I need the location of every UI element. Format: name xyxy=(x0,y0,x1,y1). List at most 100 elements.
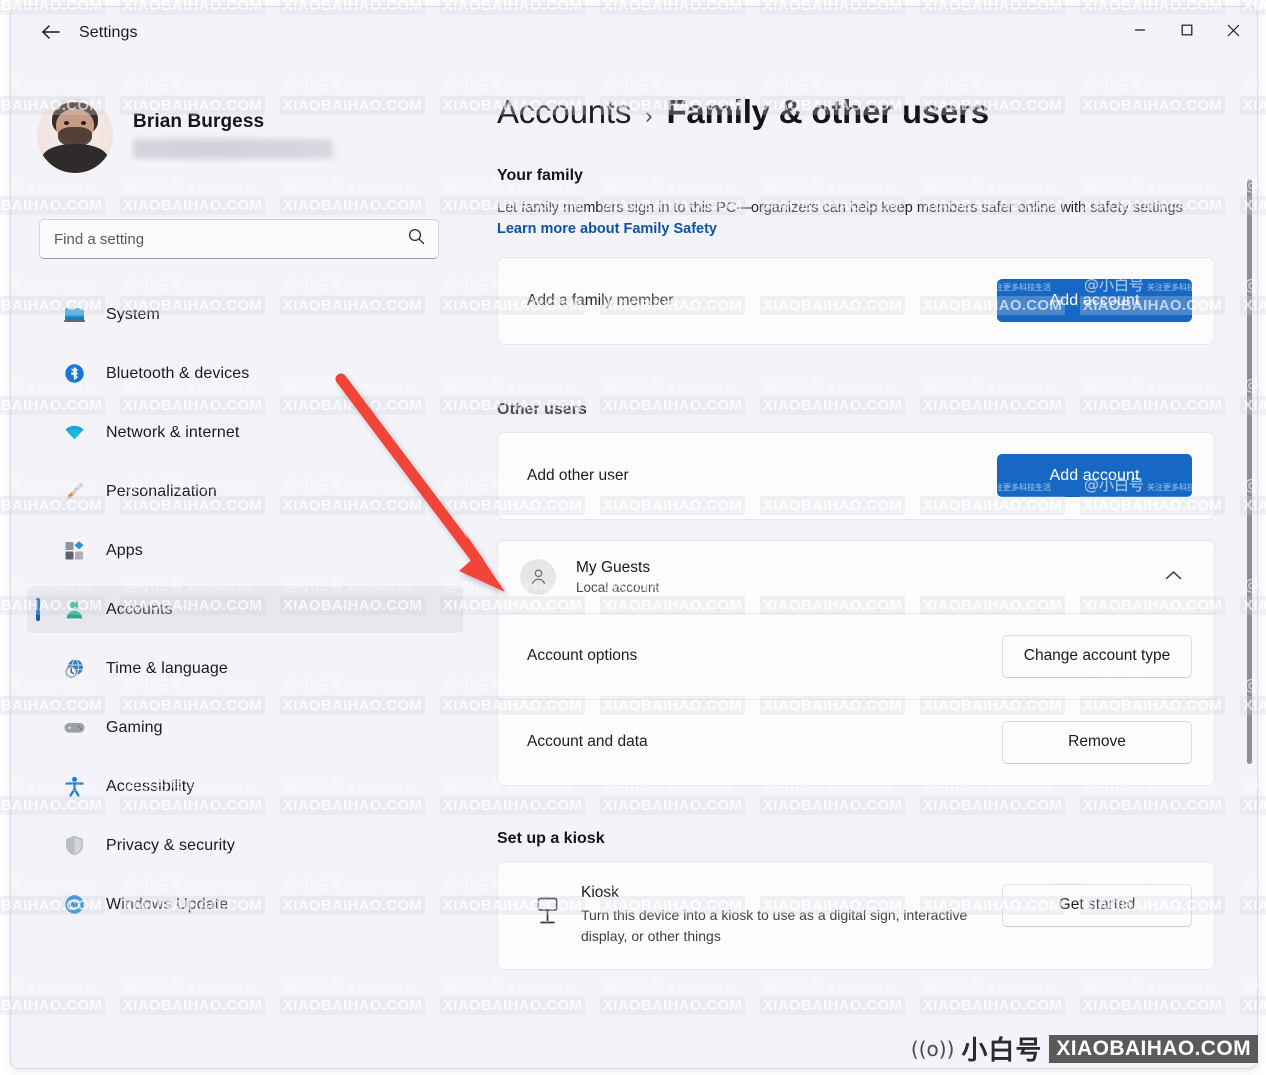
sidebar-item-label: Windows Update xyxy=(106,895,229,913)
account-options-row: Account options Change account type xyxy=(498,612,1214,699)
section-description-your-family: Let family members sign in to this PC—or… xyxy=(497,198,1223,241)
settings-sections: Your family Let family members sign in t… xyxy=(476,167,1257,970)
watermark-tile: @小白号关注更多科技生活XIAOBAIHAO.COM xyxy=(920,1070,1080,1075)
sidebar-item-windows-update[interactable]: Windows Update xyxy=(27,881,463,928)
search-input-wrapper[interactable] xyxy=(39,219,439,259)
watermark-tile: @小白号关注更多科技生活XIAOBAIHAO.COM xyxy=(600,1070,760,1075)
kiosk-title: Kiosk xyxy=(581,883,619,901)
sidebar-item-personalization[interactable]: Personalization xyxy=(27,468,463,515)
profile-email-redacted xyxy=(133,139,333,159)
monitor-icon xyxy=(61,303,88,327)
watermark-tile: @小白号关注更多科技生活XIAOBAIHAO.COM xyxy=(1240,1070,1266,1075)
kiosk-card: Kiosk Turn this device into a kiosk to u… xyxy=(497,860,1215,970)
watermark-tile: @小白号关注更多科技生活XIAOBAIHAO.COM xyxy=(440,1070,600,1075)
sidebar: Brian Burgess Find a setting System Blue… xyxy=(11,55,476,1068)
settings-window: Settings Brian Burgess Find a setting Sy… xyxy=(10,6,1258,1069)
sidebar-item-label: Personalization xyxy=(106,482,217,500)
account-and-data-row: Account and data Remove xyxy=(498,698,1214,785)
sidebar-nav: System Bluetooth & devices Network & int… xyxy=(27,291,463,940)
add-family-member-row: Add a family member Add account xyxy=(498,258,1214,344)
logo-url-badge: XIAOBAIHAO.COM xyxy=(1049,1034,1258,1063)
breadcrumb-separator-icon: › xyxy=(645,103,653,128)
sidebar-item-label: Gaming xyxy=(106,718,163,736)
add-other-user-label: Add other user xyxy=(527,466,629,484)
account-and-data-label: Account and data xyxy=(527,733,648,751)
kiosk-icon xyxy=(527,896,567,926)
family-description-text: Let family members sign in to this PC—or… xyxy=(497,200,1183,216)
add-other-user-account-button[interactable]: Add account xyxy=(997,454,1192,498)
section-heading-kiosk: Set up a kiosk xyxy=(497,829,605,847)
clock-globe-icon xyxy=(61,657,88,681)
bluetooth-icon xyxy=(61,362,88,386)
learn-more-family-safety-link[interactable]: Learn more about Family Safety xyxy=(497,221,717,237)
kiosk-row: Kiosk Turn this device into a kiosk to u… xyxy=(498,862,1214,969)
person-icon xyxy=(61,598,88,622)
main-scrollbar-thumb[interactable] xyxy=(1247,179,1252,764)
search-input[interactable] xyxy=(54,230,401,248)
sidebar-item-bluetooth-devices[interactable]: Bluetooth & devices xyxy=(27,350,463,397)
minimize-button[interactable] xyxy=(1116,7,1163,53)
kiosk-description: Turn this device into a kiosk to use as … xyxy=(581,906,968,944)
chevron-up-icon[interactable] xyxy=(1155,562,1192,592)
main-content: Accounts › Family & other users Your fam… xyxy=(476,55,1257,1068)
kiosk-get-started-button[interactable]: Get started xyxy=(1002,883,1192,927)
guest-account-name: My Guests xyxy=(576,558,651,576)
sidebar-item-network-internet[interactable]: Network & internet xyxy=(27,409,463,456)
search-icon xyxy=(407,227,426,251)
section-heading-your-family: Your family xyxy=(497,167,583,184)
sidebar-item-accessibility[interactable]: Accessibility xyxy=(27,763,463,810)
gamepad-icon xyxy=(61,716,88,740)
add-family-account-button[interactable]: Add account xyxy=(997,279,1192,323)
sidebar-item-label: Time & language xyxy=(106,659,228,677)
remove-account-button[interactable]: Remove xyxy=(1002,720,1192,764)
add-family-member-label: Add a family member xyxy=(527,291,674,309)
back-button[interactable] xyxy=(33,20,67,44)
wifi-icon xyxy=(61,421,88,445)
watermark-tile: @小白号关注更多科技生活XIAOBAIHAO.COM xyxy=(120,1070,280,1075)
close-button[interactable] xyxy=(1210,7,1257,53)
page-title: Family & other users xyxy=(666,93,989,130)
account-options-label: Account options xyxy=(527,647,638,665)
sidebar-item-apps[interactable]: Apps xyxy=(27,527,463,574)
site-logo-watermark: ((o)) 小白号 XIAOBAIHAO.COM xyxy=(911,1030,1258,1067)
add-other-user-row: Add other user Add account xyxy=(498,433,1214,519)
sidebar-item-label: Network & internet xyxy=(106,423,240,441)
settings-app-screenshot: Settings Brian Burgess Find a setting Sy… xyxy=(0,0,1266,1075)
breadcrumb-parent[interactable]: Accounts xyxy=(497,93,631,131)
accessibility-icon xyxy=(61,775,88,799)
watermark-tile: @小白号关注更多科技生活XIAOBAIHAO.COM xyxy=(0,1070,120,1075)
logo-chinese-text: 小白号 xyxy=(961,1036,1043,1066)
change-account-type-button[interactable]: Change account type xyxy=(1002,634,1192,678)
sidebar-item-system[interactable]: System xyxy=(27,291,463,338)
maximize-button[interactable] xyxy=(1163,7,1210,53)
account-avatar-icon xyxy=(520,558,556,595)
app-title: Settings xyxy=(79,24,138,41)
sidebar-item-time-language[interactable]: Time & language xyxy=(27,645,463,692)
sidebar-item-label: Privacy & security xyxy=(106,836,235,854)
shield-icon xyxy=(61,834,88,858)
avatar xyxy=(37,97,113,173)
watermark-tile: @小白号关注更多科技生活XIAOBAIHAO.COM xyxy=(1080,1070,1240,1075)
guest-account-type: Local account xyxy=(576,579,660,595)
broadcast-icon: ((o)) xyxy=(910,1036,955,1061)
sidebar-item-accounts[interactable]: Accounts xyxy=(27,586,463,633)
guest-account-card: My Guests Local account Account options … xyxy=(497,539,1215,786)
sidebar-item-privacy-security[interactable]: Privacy & security xyxy=(27,822,463,869)
user-profile[interactable]: Brian Burgess xyxy=(37,97,333,173)
sidebar-item-label: Bluetooth & devices xyxy=(106,364,250,382)
section-heading-other-users: Other users xyxy=(497,400,587,418)
update-icon xyxy=(61,893,88,917)
sidebar-item-gaming[interactable]: Gaming xyxy=(27,704,463,751)
apps-icon xyxy=(61,539,88,563)
add-family-member-card: Add a family member Add account xyxy=(497,256,1215,345)
window-controls xyxy=(1116,7,1257,53)
breadcrumb: Accounts › Family & other users xyxy=(497,93,989,131)
profile-name: Brian Burgess xyxy=(133,111,265,132)
main-scrollbar-track[interactable] xyxy=(1243,179,1255,1059)
sidebar-item-label: Accessibility xyxy=(106,777,195,795)
guest-account-header-row[interactable]: My Guests Local account xyxy=(498,541,1214,613)
watermark-tile: @小白号关注更多科技生活XIAOBAIHAO.COM xyxy=(280,1070,440,1075)
sidebar-item-label: Accounts xyxy=(106,600,173,618)
paintbrush-icon xyxy=(61,480,88,504)
watermark-tile: @小白号关注更多科技生活XIAOBAIHAO.COM xyxy=(760,1070,920,1075)
